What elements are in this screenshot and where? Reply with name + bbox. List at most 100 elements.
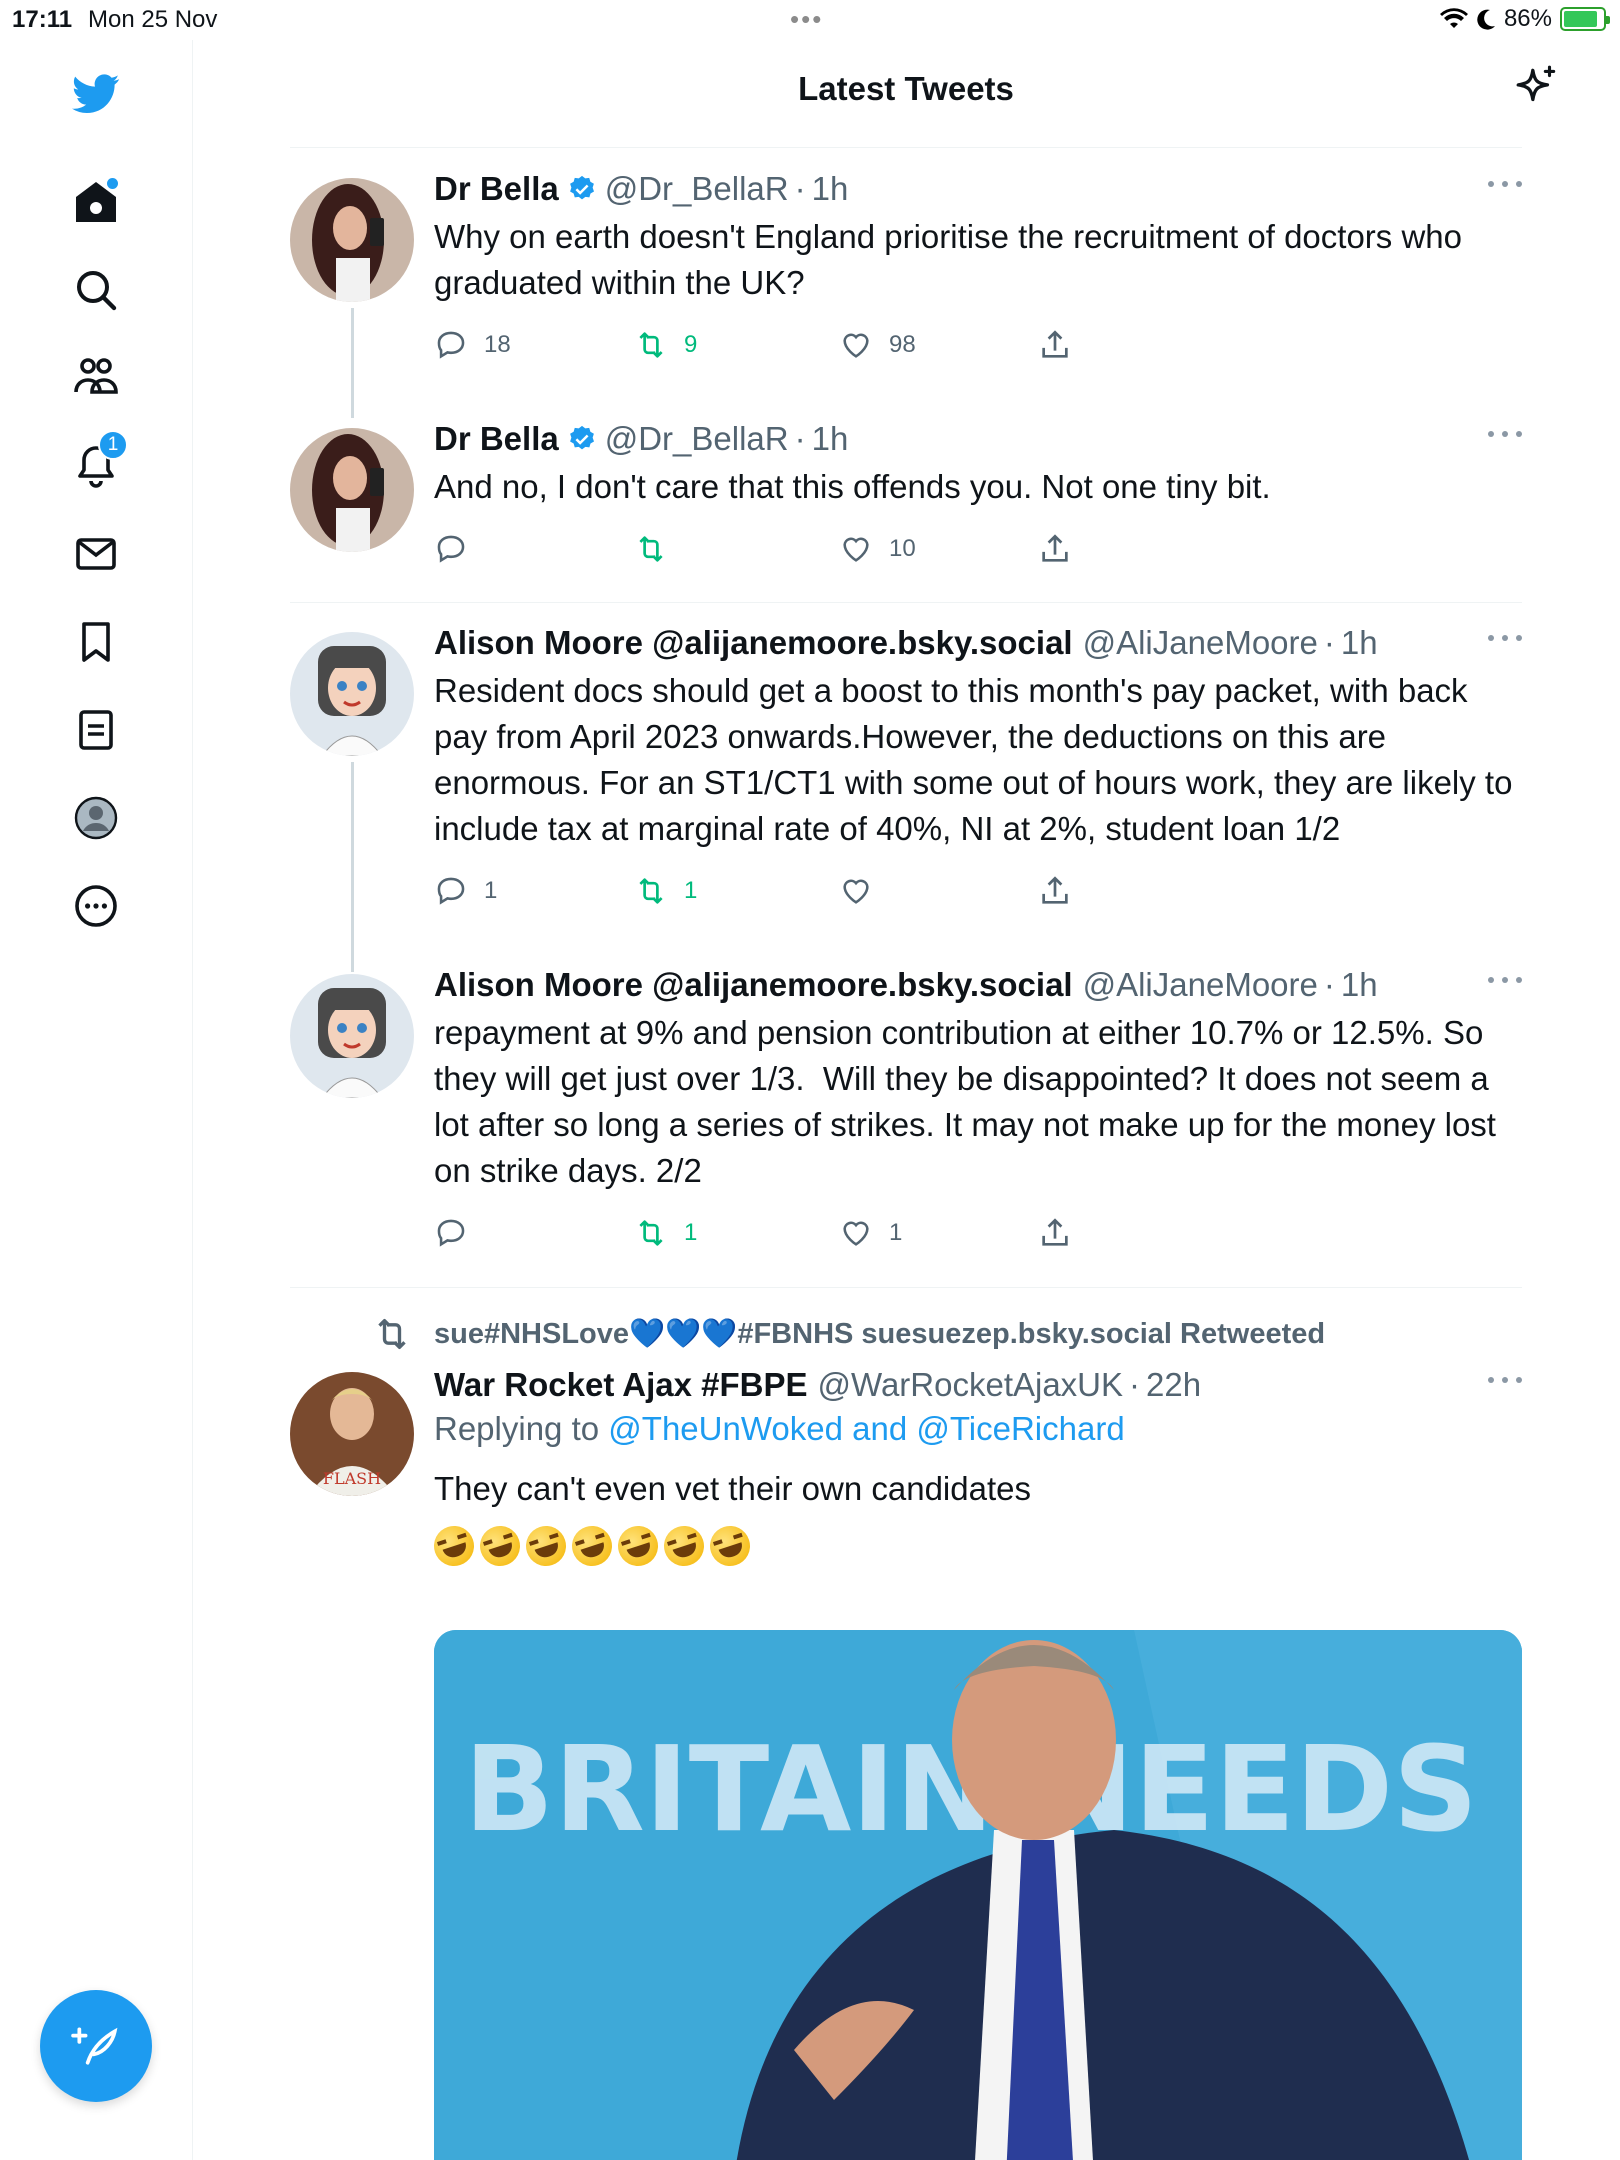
- author-handle[interactable]: @Dr_BellaR: [605, 168, 789, 210]
- heart-icon: [843, 879, 869, 904]
- share-icon: [1042, 1218, 1068, 1246]
- reply-button[interactable]: 1: [434, 874, 497, 908]
- avatar-shirt-text: FLASH: [323, 1469, 381, 1488]
- status-time: 17:11: [12, 6, 73, 33]
- reply-icon: [437, 331, 465, 359]
- tweet-body: War Rocket Ajax #FBPE @WarRocketAjaxUK ·…: [428, 1364, 1522, 1572]
- retweet-icon: [639, 878, 663, 904]
- nav-bookmarks[interactable]: [64, 610, 128, 674]
- reply-button[interactable]: [434, 1216, 484, 1250]
- tweet-time[interactable]: 1h: [812, 168, 849, 210]
- replying-and-text: and: [852, 1410, 908, 1447]
- compose-tweet-button[interactable]: [40, 1990, 152, 2102]
- author-name[interactable]: Alison Moore @alijanemoore.bsky.social: [434, 964, 1073, 1006]
- nav-lists[interactable]: [64, 698, 128, 762]
- nav-notifications[interactable]: 1: [64, 430, 128, 498]
- emoji-row: [428, 1520, 1522, 1572]
- nav-messages[interactable]: [64, 522, 128, 586]
- mention-link[interactable]: @TiceRichard: [916, 1410, 1124, 1447]
- retweet-button[interactable]: 1: [634, 874, 697, 908]
- like-button[interactable]: 1: [839, 1216, 902, 1250]
- retweet-button[interactable]: 1: [634, 1216, 697, 1250]
- more-options-icon[interactable]: [1488, 1370, 1522, 1390]
- multitasking-dots-icon[interactable]: •••: [790, 4, 823, 35]
- nav-home[interactable]: [64, 170, 128, 234]
- author-handle[interactable]: @Dr_BellaR: [605, 418, 789, 460]
- author-handle[interactable]: @AliJaneMoore: [1083, 622, 1318, 664]
- tweet-time[interactable]: 1h: [1341, 622, 1378, 664]
- avatar[interactable]: [290, 632, 414, 756]
- more-options-icon[interactable]: [1488, 970, 1522, 990]
- reply-button[interactable]: 18: [434, 328, 511, 362]
- author-name[interactable]: Dr Bella: [434, 418, 559, 460]
- divider: [290, 1287, 1522, 1288]
- tweet-header: Alison Moore @alijanemoore.bsky.social @…: [434, 964, 1522, 1006]
- like-button[interactable]: 98: [839, 328, 916, 362]
- sparkle-icon[interactable]: [1512, 62, 1562, 112]
- status-right: 86%: [1439, 5, 1610, 33]
- share-button[interactable]: [1038, 874, 1072, 908]
- lists-icon: [79, 710, 113, 750]
- page-title: Latest Tweets: [798, 70, 1014, 107]
- tweet-time[interactable]: 22h: [1146, 1364, 1201, 1406]
- more-options-icon[interactable]: [1488, 628, 1522, 648]
- retweet-icon: [639, 536, 663, 562]
- avatar[interactable]: [290, 178, 414, 302]
- avatar[interactable]: [290, 974, 414, 1098]
- share-icon: [1042, 534, 1068, 562]
- tweet-actions: 1 1: [434, 1216, 1134, 1256]
- share-icon: [1042, 876, 1068, 904]
- photo-placeholder: BRITAIN NEEDS REFO: [434, 1630, 1522, 2160]
- separator-dot: ·: [1129, 1366, 1141, 1403]
- more-options-icon[interactable]: [1488, 424, 1522, 444]
- tweet-time[interactable]: 1h: [1341, 964, 1378, 1006]
- reply-icon: [437, 1219, 465, 1247]
- retweet-icon: [639, 1220, 663, 1246]
- nav-search[interactable]: [64, 258, 128, 322]
- retweeted-by-text: sue#NHSLove💙💙💙#FBNHS suesuezep.bsky.soci…: [434, 1318, 1326, 1350]
- separator-dot: ·: [1323, 966, 1335, 1003]
- more-options-icon[interactable]: [1488, 174, 1522, 194]
- retweet-button[interactable]: 9: [634, 328, 697, 362]
- notifications-badge: 1: [98, 430, 128, 460]
- author-name[interactable]: Alison Moore @alijanemoore.bsky.social: [434, 622, 1073, 664]
- nav-profile[interactable]: [64, 786, 128, 850]
- nav-communities[interactable]: [64, 344, 128, 408]
- twitter-logo-icon[interactable]: [64, 62, 128, 126]
- retweet-count: 1: [684, 877, 698, 904]
- retweeted-banner[interactable]: sue#NHSLove💙💙💙#FBNHS suesuezep.bsky.soci…: [290, 1314, 1522, 1354]
- like-button[interactable]: [839, 874, 889, 908]
- battery-percent: 86%: [1503, 5, 1552, 32]
- tweet-time[interactable]: 1h: [812, 418, 849, 460]
- separator-dot: ·: [794, 170, 806, 207]
- nav-more[interactable]: [64, 874, 128, 938]
- tweet-header: War Rocket Ajax #FBPE @WarRocketAjaxUK ·…: [434, 1364, 1522, 1406]
- reply-button[interactable]: [434, 532, 484, 566]
- tweet-actions: 1 1: [434, 874, 1134, 914]
- divider: [290, 602, 1522, 603]
- avatar[interactable]: FLASH: [290, 1372, 414, 1496]
- more-circle-icon: [75, 885, 117, 927]
- share-button[interactable]: [1038, 1216, 1072, 1250]
- like-button[interactable]: 10: [839, 532, 916, 566]
- rofl-emoji-icon: [474, 1520, 526, 1572]
- search-icon: [77, 271, 117, 311]
- author-handle[interactable]: @AliJaneMoore: [1083, 964, 1318, 1006]
- mail-icon: [76, 538, 116, 570]
- reply-icon: [437, 535, 465, 563]
- share-button[interactable]: [1038, 328, 1072, 362]
- author-handle[interactable]: @WarRocketAjaxUK: [818, 1364, 1124, 1406]
- author-name[interactable]: War Rocket Ajax #FBPE: [434, 1364, 808, 1406]
- tweet-media-image[interactable]: BRITAIN NEEDS REFO: [434, 1630, 1522, 2160]
- tweet-body: Dr Bella @Dr_BellaR · 1h Why on earth do…: [434, 168, 1522, 306]
- avatar[interactable]: [290, 428, 414, 552]
- profile-avatar-icon: [74, 796, 118, 840]
- tweet-text: And no, I don't care that this offends y…: [434, 468, 1271, 505]
- retweet-button[interactable]: [634, 532, 684, 566]
- rofl-emoji-icon: [566, 1520, 618, 1572]
- share-button[interactable]: [1038, 532, 1072, 566]
- author-name[interactable]: Dr Bella: [434, 168, 559, 210]
- mention-link[interactable]: @TheUnWoked: [608, 1410, 843, 1447]
- status-date: Mon 25 Nov: [88, 6, 218, 33]
- tweet-header: Dr Bella @Dr_BellaR · 1h: [434, 168, 1522, 210]
